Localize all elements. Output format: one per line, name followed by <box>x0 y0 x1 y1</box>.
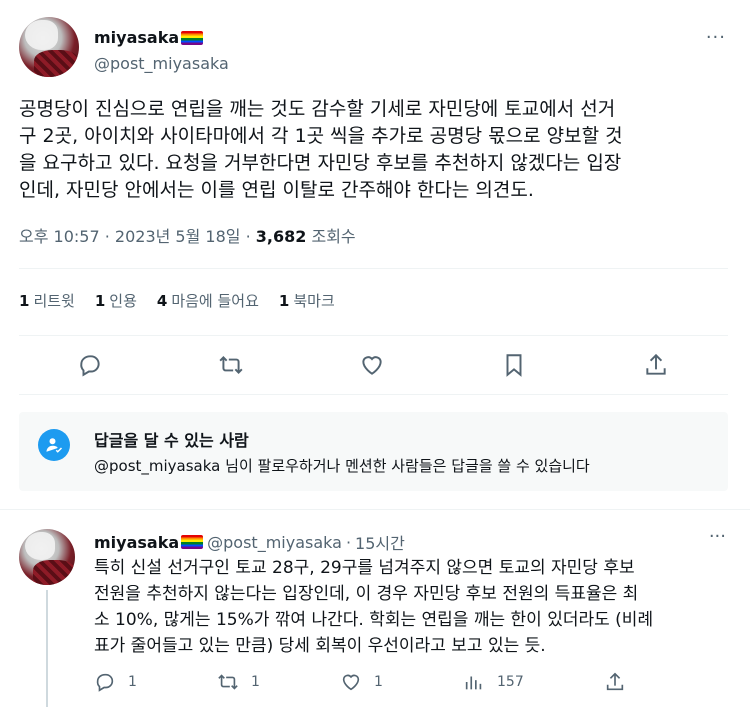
reply-text-line: 소 10%, 많게는 15%가 깎여 나간다. 학회는 연립을 깨는 한이 있더… <box>94 610 654 630</box>
retweet-icon[interactable] <box>218 352 244 378</box>
views-button[interactable]: 157 <box>463 671 524 693</box>
retweet-count: 1 <box>251 674 260 690</box>
like-stat[interactable]: 4 마음에 들어요 <box>157 290 259 311</box>
reply-time[interactable]: 15시간 <box>355 530 405 554</box>
reply-action-bar: 1 1 1 157 <box>94 671 634 697</box>
user-handle[interactable]: @post_miyasaka <box>94 54 229 73</box>
retweet-stat[interactable]: 1 리트윗 <box>19 290 75 311</box>
views-count: 157 <box>497 674 524 690</box>
divider <box>19 268 728 269</box>
like-button[interactable]: 1 <box>340 671 383 693</box>
thread-line <box>46 590 48 707</box>
like-count: 1 <box>374 674 383 690</box>
tweet-meta: 오후 10:57 · 2023년 5월 18일 · 3,682 조회수 <box>19 227 356 246</box>
quote-stat[interactable]: 1 인용 <box>95 290 137 311</box>
engagement-stats: 1 리트윗 1 인용 4 마음에 들어요 1 북마크 <box>19 290 355 311</box>
avatar[interactable] <box>19 529 75 585</box>
bookmark-stat[interactable]: 1 북마크 <box>279 290 335 311</box>
mention-handle-link[interactable]: @post_miyasaka <box>94 457 220 475</box>
display-name[interactable]: miyasaka <box>94 533 179 552</box>
more-options-button[interactable]: ··· <box>709 526 726 547</box>
reply-restriction-title: 답글을 달 수 있는 사람 <box>94 431 249 450</box>
more-options-button[interactable]: ··· <box>706 27 726 48</box>
divider <box>19 394 728 395</box>
action-bar <box>0 340 750 390</box>
rainbow-flag-icon <box>181 30 204 45</box>
reply-text-line: 특히 신설 선거구인 토교 28구, 29구를 넘겨주지 않으면 토교의 자민당… <box>94 558 635 578</box>
reply-tweet[interactable]: miyasaka @post_miyasaka · 15시간 ··· 특히 신설… <box>0 510 750 707</box>
tweet-text-line: 인데, 자민당 안에서는 이를 연립 이탈로 간주해야 한다는 의견도. <box>19 179 534 201</box>
reply-button[interactable]: 1 <box>94 671 137 693</box>
retweet-icon <box>218 674 238 690</box>
views-count: 3,682 <box>255 227 307 246</box>
bookmark-icon[interactable] <box>501 352 527 378</box>
reply-count: 1 <box>128 674 137 690</box>
avatar[interactable] <box>19 17 79 77</box>
views-label: 조회수 <box>311 227 356 246</box>
reply-restriction-box: 답글을 달 수 있는 사람 @post_miyasaka 님이 팔로우하거나 멘… <box>19 412 728 491</box>
reply-text: 특히 신설 선거구인 토교 28구, 29구를 넘겨주지 않으면 토교의 자민당… <box>94 555 729 659</box>
views-icon <box>465 676 482 690</box>
like-icon[interactable] <box>359 352 385 378</box>
reply-restriction-text: @post_miyasaka 님이 팔로우하거나 멘션한 사람들은 답글을 쓸 … <box>94 457 590 475</box>
reply-icon[interactable] <box>77 352 103 378</box>
author-name-row[interactable]: miyasaka <box>94 28 204 47</box>
tweet-time[interactable]: 오후 10:57 <box>19 227 100 246</box>
main-tweet: miyasaka @post_miyasaka ··· 공명당이 진심으로 연립… <box>0 0 750 510</box>
mention-icon <box>38 429 70 461</box>
rainbow-flag-icon <box>181 535 204 549</box>
tweet-date[interactable]: 2023년 5월 18일 <box>115 227 241 246</box>
reply-text-line: 전원을 추천하지 않는다는 입장인데, 이 경우 자민당 후보 전원의 득표율은… <box>94 584 639 604</box>
share-button[interactable] <box>604 671 626 693</box>
like-icon <box>342 674 360 691</box>
divider <box>19 335 728 336</box>
tweet-text-line: 공명당이 진심으로 연립을 깨는 것도 감수할 기세로 자민당에 토교에서 선거 <box>19 98 616 120</box>
tweet-text-line: 을 요구하고 있다. 요청을 거부한다면 자민당 후보를 추천하지 않겠다는 입… <box>19 152 622 174</box>
reply-text-line: 표가 줄어들고 있는 만큼) 당세 회복이 우선이라고 보고 있는 듯. <box>94 636 546 656</box>
display-name[interactable]: miyasaka <box>94 28 179 47</box>
tweet-text: 공명당이 진심으로 연립을 깨는 것도 감수할 기세로 자민당에 토교에서 선거… <box>19 96 731 204</box>
share-icon <box>606 672 624 691</box>
tweet-text-line: 구 2곳, 아이치와 사이타마에서 각 1곳 씩을 추가로 공명당 몫으로 양보… <box>19 125 623 147</box>
user-handle[interactable]: @post_miyasaka <box>207 533 342 552</box>
separator: · <box>345 532 352 552</box>
reply-icon <box>96 673 114 692</box>
share-icon[interactable] <box>643 352 669 378</box>
reply-author-row: miyasaka @post_miyasaka · 15시간 <box>94 530 405 554</box>
retweet-button[interactable]: 1 <box>217 671 260 693</box>
